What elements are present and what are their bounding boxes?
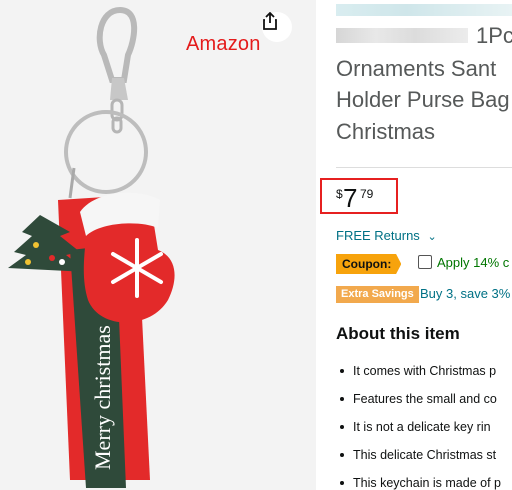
coupon-badge: Coupon: <box>336 254 402 274</box>
product-image-pane[interactable]: Merry christmas Amazon <box>0 0 316 490</box>
product-title-line-1: Ornaments Sant <box>336 56 497 81</box>
blurred-brand-link <box>336 4 512 16</box>
image-watermark: Amazon <box>186 33 261 55</box>
coupon-apply-text[interactable]: Apply 14% c <box>437 255 509 270</box>
extra-savings-badge: Extra Savings <box>336 286 419 303</box>
free-returns-link[interactable]: FREE Returns ⌄ <box>336 228 437 243</box>
list-item: This delicate Christmas st <box>336 444 501 472</box>
share-icon <box>263 12 277 30</box>
bullet-dot <box>340 397 344 401</box>
price-currency: $ <box>336 187 343 201</box>
strap-lettering: Merry christmas <box>90 325 115 470</box>
bullet-dot <box>340 425 344 429</box>
list-item: It comes with Christmas p <box>336 360 501 388</box>
bullet-dot <box>340 369 344 373</box>
about-bullets: It comes with Christmas p Features the s… <box>336 360 501 490</box>
keychain-product-image: Merry christmas <box>8 6 175 488</box>
list-item: It is not a delicate key rin <box>336 416 501 444</box>
product-title-line-2: Holder Purse Bag <box>336 87 510 112</box>
extra-savings-link[interactable]: Buy 3, save 3% <box>420 286 510 301</box>
section-divider <box>336 167 512 168</box>
list-item: This keychain is made of p <box>336 472 501 490</box>
bullet-dot <box>340 453 344 457</box>
coupon-checkbox[interactable] <box>418 255 432 269</box>
price-fraction: 79 <box>360 187 374 201</box>
blurred-title-text <box>336 28 468 43</box>
price-highlight-box <box>320 178 398 214</box>
product-details: 1Pc Ornaments Sant Holder Purse Bag Chri… <box>336 0 512 490</box>
free-returns-label: FREE Returns <box>336 228 420 243</box>
list-item: Features the small and co <box>336 388 501 416</box>
share-button[interactable] <box>262 12 292 42</box>
price-whole: 7 <box>343 183 358 213</box>
product-title-line-3: Christmas <box>336 119 436 144</box>
about-item-heading: About this item <box>336 324 460 343</box>
chevron-down-icon: ⌄ <box>427 231 437 243</box>
product-title-part: 1Pc <box>476 23 512 48</box>
bullet-dot <box>340 481 344 485</box>
